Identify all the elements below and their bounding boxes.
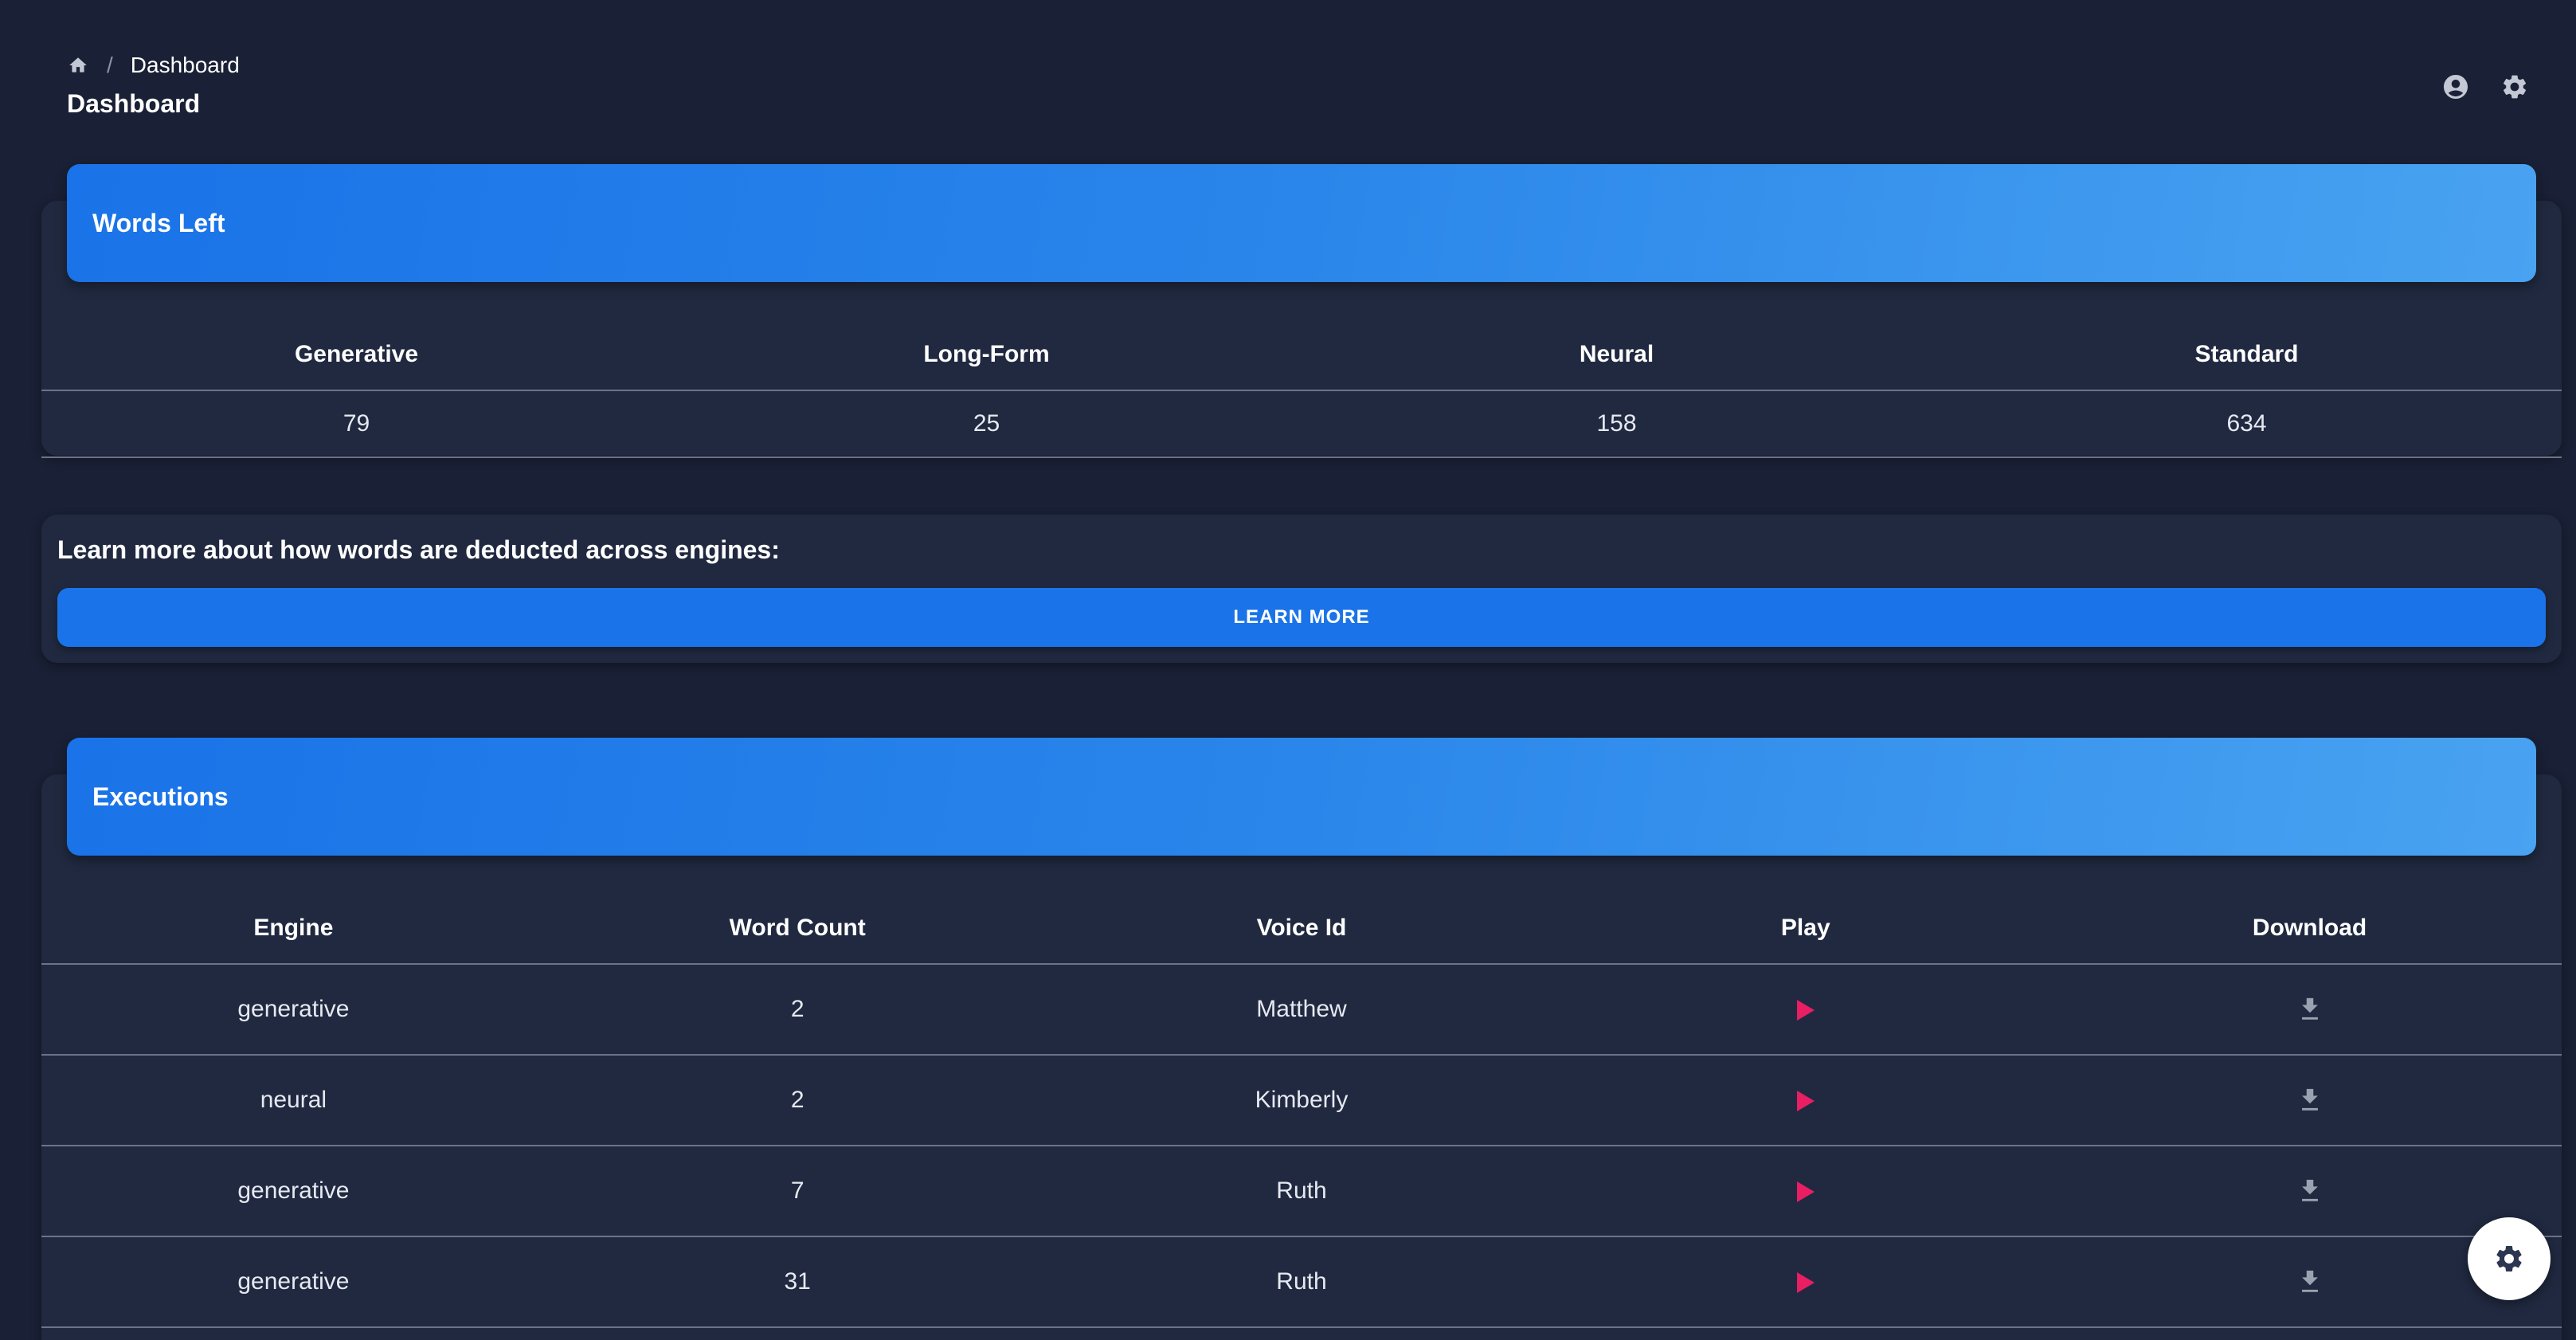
play-cell (1553, 964, 2058, 1056)
word-count-cell: 7 (545, 1146, 1050, 1237)
words-left-table: Generative Long-Form Neural Standard 79 … (41, 319, 2562, 458)
download-icon[interactable] (2296, 1085, 2323, 1115)
word-count-cell: 2 (545, 964, 1050, 1056)
column-header: Long-Form (671, 319, 1302, 391)
breadcrumb-current: Dashboard (130, 53, 240, 77)
table-row: generative 2 Matthew (41, 964, 2562, 1056)
column-header: Voice Id (1049, 892, 1554, 965)
table-row: generative 7 Ruth (41, 1146, 2562, 1237)
gear-icon (2496, 1246, 2522, 1271)
breadcrumb: / Dashboard (67, 49, 240, 81)
executions-title: Executions (92, 782, 229, 811)
top-actions (2441, 72, 2530, 102)
executions-card: Executions Engine Word Count Voice Id Pl… (41, 738, 2562, 1340)
column-header: Neural (1302, 319, 1932, 391)
engine-cell: generative (41, 964, 546, 1056)
words-left-header: Words Left (67, 164, 2536, 282)
play-cell (1553, 1146, 2058, 1237)
engine-cell: neural (41, 1055, 546, 1146)
column-header: Word Count (545, 892, 1050, 965)
play-icon[interactable] (1796, 1000, 1815, 1021)
download-icon[interactable] (2296, 994, 2323, 1025)
download-icon[interactable] (2296, 1176, 2323, 1206)
column-header: Engine (41, 892, 546, 965)
play-icon[interactable] (1796, 1272, 1815, 1294)
play-cell (1553, 1236, 2058, 1328)
voice-id-cell: Matthew (1049, 964, 1554, 1056)
table-row: generative 31 Ruth (41, 1236, 2562, 1328)
learn-more-button[interactable]: LEARN MORE (57, 588, 2546, 647)
table-row: neural 2 Kimberly (41, 1055, 2562, 1146)
column-header: Play (1553, 892, 2058, 965)
topbar: / Dashboard Dashboard (67, 49, 240, 119)
words-left-card: Words Left Generative Long-Form Neural S… (41, 164, 2562, 458)
words-left-header-row: Generative Long-Form Neural Standard (41, 319, 2562, 391)
words-left-value: 25 (671, 390, 1302, 458)
executions-table: Engine Word Count Voice Id Play Download… (41, 892, 2562, 1328)
breadcrumb-separator: / (107, 53, 113, 77)
page-title: Dashboard (67, 89, 201, 118)
word-count-cell: 2 (545, 1055, 1050, 1146)
learn-more-text: Learn more about how words are deducted … (57, 535, 780, 564)
floating-settings-button[interactable] (2468, 1217, 2551, 1300)
table-row: 79 25 158 634 (41, 390, 2562, 458)
play-icon[interactable] (1796, 1091, 1815, 1112)
home-icon[interactable] (67, 54, 89, 76)
executions-header: Executions (67, 738, 2536, 856)
words-left-title: Words Left (92, 208, 225, 237)
words-left-value: 158 (1302, 390, 1932, 458)
play-cell (1553, 1055, 2058, 1146)
voice-id-cell: Ruth (1049, 1146, 1554, 1237)
learn-more-card: Learn more about how words are deducted … (41, 515, 2562, 663)
column-header: Generative (41, 319, 671, 391)
gear-icon[interactable] (2500, 72, 2530, 102)
column-header: Standard (1932, 319, 2562, 391)
voice-id-cell: Ruth (1049, 1236, 1554, 1328)
engine-cell: generative (41, 1146, 546, 1237)
download-cell (2057, 964, 2562, 1056)
play-icon[interactable] (1796, 1181, 1815, 1203)
executions-header-row: Engine Word Count Voice Id Play Download (41, 892, 2562, 965)
download-cell (2057, 1055, 2562, 1146)
dashboard-page: / Dashboard Dashboard Words Left Generat… (0, 0, 2576, 1340)
download-icon[interactable] (2296, 1267, 2323, 1297)
engine-cell: generative (41, 1236, 546, 1328)
account-circle-icon[interactable] (2441, 72, 2471, 102)
words-left-value: 79 (41, 390, 671, 458)
download-cell (2057, 1146, 2562, 1237)
column-header: Download (2057, 892, 2562, 965)
words-left-value: 634 (1932, 390, 2562, 458)
word-count-cell: 31 (545, 1236, 1050, 1328)
voice-id-cell: Kimberly (1049, 1055, 1554, 1146)
